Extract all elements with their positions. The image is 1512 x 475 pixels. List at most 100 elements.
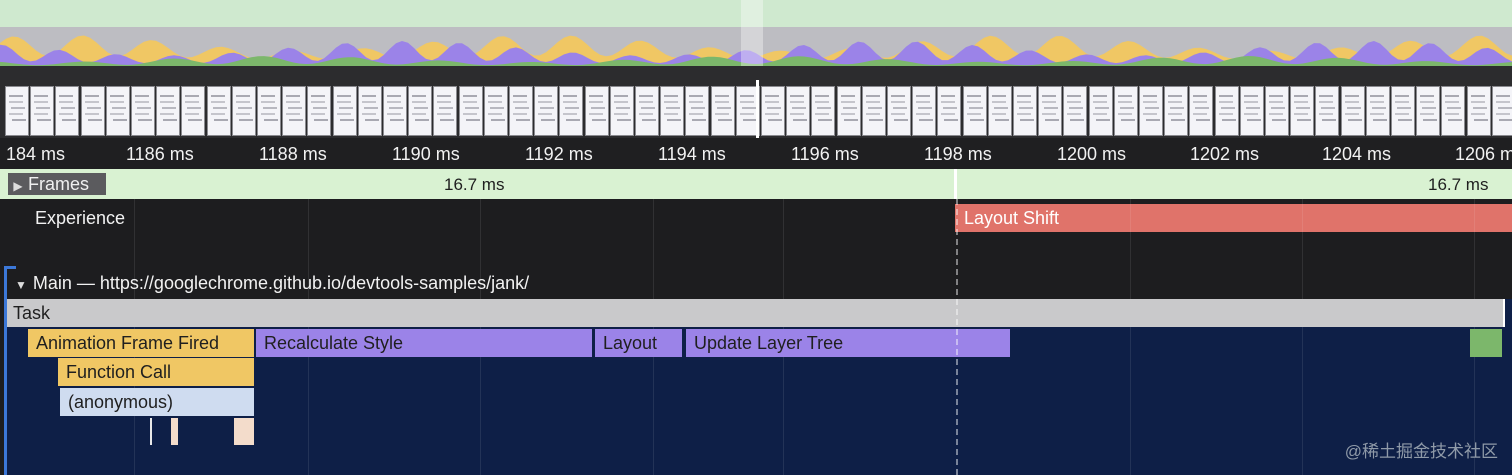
screenshot-thumbnail[interactable] bbox=[1265, 86, 1289, 136]
screenshot-thumbnail[interactable] bbox=[358, 86, 382, 136]
screenshot-thumbnail[interactable] bbox=[459, 86, 483, 136]
screenshot-thumbnail[interactable] bbox=[1366, 86, 1390, 136]
screenshot-thumbnail[interactable] bbox=[1441, 86, 1465, 136]
frame-duration[interactable]: 16.7 ms bbox=[444, 175, 504, 195]
screenshot-thumbnail[interactable] bbox=[307, 86, 331, 136]
track-group-bracket-top bbox=[4, 266, 16, 269]
ruler-tick: 1200 ms bbox=[1057, 144, 1127, 164]
screenshot-thumbnail[interactable] bbox=[1315, 86, 1339, 136]
screenshot-thumbnail[interactable] bbox=[1492, 86, 1512, 136]
screenshot-thumbnail[interactable] bbox=[1139, 86, 1163, 136]
main-thread-label: Main — https://googlechrome.github.io/de… bbox=[32, 273, 530, 293]
grid-line bbox=[1130, 199, 1131, 475]
screenshot-thumbnail[interactable] bbox=[1290, 86, 1314, 136]
screenshot-thumbnail[interactable] bbox=[30, 86, 54, 136]
grid-line bbox=[1302, 199, 1303, 475]
screenshot-thumbnail[interactable] bbox=[1013, 86, 1037, 136]
screenshot-thumbnail[interactable] bbox=[988, 86, 1012, 136]
screenshot-thumbnail[interactable] bbox=[433, 86, 457, 136]
screenshot-thumbnail[interactable] bbox=[963, 86, 987, 136]
ruler-tick: 1196 ms bbox=[791, 144, 859, 164]
task-slice[interactable]: Task bbox=[7, 299, 1505, 327]
screenshot-thumbnail[interactable] bbox=[1164, 86, 1188, 136]
ruler-tick: 1202 ms bbox=[1190, 144, 1260, 164]
paint-slice[interactable] bbox=[1470, 329, 1502, 357]
screenshot-thumbnail[interactable] bbox=[5, 86, 29, 136]
ruler-tick: 1198 ms bbox=[924, 144, 992, 164]
anonymous-function-slice[interactable]: (anonymous) bbox=[60, 388, 254, 416]
screenshot-thumbnail[interactable] bbox=[232, 86, 256, 136]
screenshot-thumbnail[interactable] bbox=[55, 86, 79, 136]
screenshot-thumbnail[interactable] bbox=[1240, 86, 1264, 136]
ruler-tick: 1192 ms bbox=[525, 144, 593, 164]
screenshot-thumbnail[interactable] bbox=[862, 86, 886, 136]
screenshot-thumbnail[interactable] bbox=[887, 86, 911, 136]
screenshot-thumbnail[interactable] bbox=[1416, 86, 1440, 136]
collapse-arrow-icon[interactable]: ▼ bbox=[15, 278, 27, 292]
screenshot-thumbnail[interactable] bbox=[761, 86, 785, 136]
recalculate-style-slice[interactable]: Recalculate Style bbox=[256, 329, 592, 357]
screenshot-thumbnail[interactable] bbox=[786, 86, 810, 136]
screenshot-thumbnail[interactable] bbox=[1189, 86, 1213, 136]
screenshot-thumbnail[interactable] bbox=[81, 86, 105, 136]
expand-arrow-icon[interactable]: ▶ bbox=[8, 175, 28, 197]
tiny-slice[interactable] bbox=[171, 418, 178, 445]
time-ruler: 184 ms 1186 ms 1188 ms 1190 ms 1192 ms 1… bbox=[0, 138, 1512, 169]
screenshot-thumbnail[interactable] bbox=[1038, 86, 1062, 136]
ruler-tick: 184 ms bbox=[6, 144, 66, 164]
screenshot-thumbnail[interactable] bbox=[1063, 86, 1087, 136]
screenshot-thumbnail[interactable] bbox=[534, 86, 558, 136]
screenshot-thumbnail[interactable] bbox=[257, 86, 281, 136]
screenshot-thumbnail[interactable] bbox=[1391, 86, 1415, 136]
update-layer-tree-slice[interactable]: Update Layer Tree bbox=[686, 329, 1010, 357]
frames-track[interactable] bbox=[0, 169, 1512, 199]
screenshot-thumbnail[interactable] bbox=[837, 86, 861, 136]
ruler-tick: 1190 ms bbox=[392, 144, 460, 164]
screenshot-thumbnail[interactable] bbox=[181, 86, 205, 136]
screenshot-thumbnail[interactable] bbox=[1114, 86, 1138, 136]
screenshot-thumbnail[interactable] bbox=[1089, 86, 1113, 136]
frames-track-header[interactable]: ▶ Frames bbox=[8, 173, 106, 195]
screenshot-thumbnail[interactable] bbox=[610, 86, 634, 136]
screenshot-thumbnail[interactable] bbox=[660, 86, 684, 136]
screenshot-thumbnail[interactable] bbox=[207, 86, 231, 136]
experience-track-label: Experience bbox=[35, 208, 126, 228]
ruler-tick: 1186 ms bbox=[126, 144, 194, 164]
overview-divider bbox=[0, 66, 1512, 80]
screenshot-thumbnail[interactable] bbox=[156, 86, 180, 136]
watermark: @稀土掘金技术社区 bbox=[1344, 442, 1498, 461]
screenshot-thumbnail[interactable] bbox=[685, 86, 709, 136]
screenshot-thumbnail[interactable] bbox=[106, 86, 130, 136]
screenshot-thumbnail[interactable] bbox=[333, 86, 357, 136]
frames-track-label: Frames bbox=[28, 174, 90, 194]
frame-boundary bbox=[954, 169, 957, 199]
screenshot-thumbnail[interactable] bbox=[711, 86, 735, 136]
screenshot-thumbnail[interactable] bbox=[509, 86, 533, 136]
screenshot-thumbnail[interactable] bbox=[585, 86, 609, 136]
screenshot-thumbnail[interactable] bbox=[282, 86, 306, 136]
filmstrip-cursor bbox=[756, 80, 759, 138]
screenshot-thumbnail[interactable] bbox=[811, 86, 835, 136]
screenshot-thumbnail[interactable] bbox=[1341, 86, 1365, 136]
screenshot-thumbnail[interactable] bbox=[937, 86, 961, 136]
layout-shift-event[interactable]: Layout Shift bbox=[955, 204, 1512, 232]
screenshot-thumbnail[interactable] bbox=[635, 86, 659, 136]
screenshot-thumbnail[interactable] bbox=[559, 86, 583, 136]
screenshot-thumbnail[interactable] bbox=[408, 86, 432, 136]
screenshot-thumbnail[interactable] bbox=[912, 86, 936, 136]
screenshot-thumbnail[interactable] bbox=[484, 86, 508, 136]
screenshot-thumbnail[interactable] bbox=[383, 86, 407, 136]
overview-window-handle[interactable] bbox=[741, 0, 763, 66]
main-thread-title[interactable]: ▼ Main — https://googlechrome.github.io/d… bbox=[15, 273, 529, 294]
tiny-slice[interactable] bbox=[150, 418, 152, 445]
screenshot-thumbnail[interactable] bbox=[1215, 86, 1239, 136]
screenshot-thumbnail[interactable] bbox=[1467, 86, 1491, 136]
selection-marker-line bbox=[956, 199, 958, 475]
screenshot-thumbnail[interactable] bbox=[131, 86, 155, 136]
ruler-tick: 1206 ms bbox=[1455, 144, 1512, 164]
frame-duration[interactable]: 16.7 ms bbox=[1428, 175, 1488, 195]
tiny-slice[interactable] bbox=[234, 418, 254, 445]
animation-frame-fired-slice[interactable]: Animation Frame Fired bbox=[28, 329, 254, 357]
layout-slice[interactable]: Layout bbox=[595, 329, 682, 357]
function-call-slice[interactable]: Function Call bbox=[58, 358, 254, 386]
